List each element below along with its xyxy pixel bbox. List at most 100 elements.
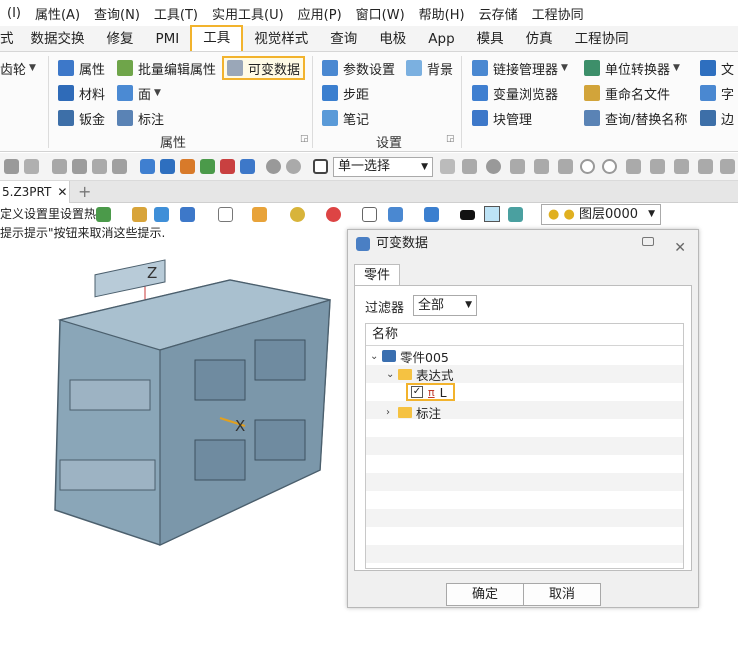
selection-filter-dropdown[interactable]: 单一选择 ▼ [333,157,433,177]
target-icon[interactable] [326,207,341,222]
tree-node-expressions[interactable]: ⌄ 表达式 [386,365,454,383]
tool-icon[interactable] [720,159,735,174]
play-icon[interactable] [486,159,501,174]
tool-icon[interactable] [160,159,175,174]
chevron-down-icon[interactable]: ⌄ [370,351,382,362]
fill-color-swatch[interactable] [484,206,500,222]
char-button[interactable]: 字 [700,82,734,104]
face-button[interactable]: 面 ▼ [117,82,161,104]
tab-mold[interactable]: 模具 [466,27,515,51]
document-tab[interactable]: 5.Z3PRT ✕ [0,181,70,203]
dialog-title-bar[interactable]: 可变数据 ✕ [348,230,698,258]
line-icon[interactable] [534,159,549,174]
menu-item-help[interactable]: 帮助(H) [412,4,472,23]
cube-icon[interactable] [180,207,195,222]
tool-icon[interactable] [286,159,301,174]
view-icon[interactable] [290,207,305,222]
step-button[interactable]: 步距 [322,82,369,104]
cube-icon[interactable] [154,207,169,222]
tree-node-part[interactable]: ⌄ 零件005 [370,347,449,365]
menu-item-cloud-storage[interactable]: 云存储 [472,4,525,23]
column-header-name[interactable]: 名称 [366,324,683,346]
cancel-button[interactable]: 取消 [523,583,601,606]
cube-outline-icon[interactable] [218,207,233,222]
arc-icon[interactable] [650,159,665,174]
menu-item-tools[interactable]: 工具(T) [147,4,205,23]
tool-icon[interactable] [674,159,689,174]
screen-icon[interactable] [424,207,439,222]
close-icon[interactable]: ✕ [57,185,67,199]
chevron-down-icon[interactable]: ⌄ [386,369,398,380]
tool-icon[interactable] [510,159,525,174]
tool-icon[interactable] [240,159,255,174]
tool-icon[interactable] [200,159,215,174]
tool-icon[interactable] [112,159,127,174]
cursor-icon[interactable] [440,159,455,174]
circle-icon[interactable] [602,159,617,174]
tool-icon[interactable] [96,207,111,222]
tab-simulation[interactable]: 仿真 [515,27,564,51]
menu-item-applications[interactable]: 应用(P) [291,4,349,23]
dialog-launcher-icon[interactable]: ◲ [446,134,455,144]
variable-data-button[interactable]: 可变数据 [222,56,306,80]
tab-part[interactable]: 零件 [354,264,400,286]
tool-icon[interactable] [220,159,235,174]
tab-data-exchange[interactable]: 数据交换 [20,27,96,51]
tab-pmi[interactable]: PMI [145,27,191,51]
circle-icon[interactable] [580,159,595,174]
tool-icon[interactable] [72,159,87,174]
arc-icon[interactable] [626,159,641,174]
block-manager-button[interactable]: 块管理 [472,107,532,129]
tool-icon[interactable] [698,159,713,174]
pin-icon[interactable] [642,237,654,246]
layer-dropdown[interactable]: ● ● 图层0000 ▼ [541,204,661,225]
sheet-metal-button[interactable]: 钣金 [58,107,105,129]
annotation-button[interactable]: 标注 [117,107,164,129]
viewport-3d[interactable]: Z X [0,240,345,560]
tab-electrode[interactable]: 电极 [368,27,417,51]
fit-icon[interactable] [362,207,377,222]
tool-icon[interactable] [92,159,107,174]
rename-file-button[interactable]: 重命名文件 [584,82,670,104]
ok-button[interactable]: 确定 [446,583,524,606]
find-replace-name-button[interactable]: 查询/替换名称 [584,107,687,129]
param-settings-button[interactable]: 参数设置 [322,57,395,79]
menu-item-attribute[interactable]: 属性(A) [28,4,87,23]
tool-icon[interactable] [266,159,281,174]
tab-style[interactable]: 式 [0,27,20,51]
tree-node-expression-l[interactable]: ✓ π L [406,383,455,401]
dialog-launcher-icon[interactable]: ◲ [300,134,309,144]
edge-button[interactable]: 边 [700,107,734,129]
tool-icon[interactable] [52,159,67,174]
checkbox[interactable]: ✓ [411,386,423,398]
dimension-icon[interactable] [388,207,403,222]
tool-icon[interactable] [132,207,147,222]
line-icon[interactable] [558,159,573,174]
tab-engineering-collab[interactable]: 工程协同 [564,27,640,51]
gear-button[interactable]: 齿轮 ▼ [0,57,36,79]
line-color-swatch[interactable] [460,210,475,220]
menu-item-window[interactable]: 窗口(W) [349,4,412,23]
tab-query[interactable]: 查询 [319,27,368,51]
menu-item-engineering-collab[interactable]: 工程协同 [525,4,591,23]
tree-node-annotation[interactable]: › 标注 [386,403,441,421]
filter-dropdown[interactable]: 全部 ▼ [413,295,477,316]
menu-item-utilities[interactable]: 实用工具(U) [205,4,291,23]
text-button[interactable]: 文 [700,57,734,79]
chevron-right-icon[interactable]: › [386,407,398,418]
unit-converter-button[interactable]: 单位转换器 ▼ [584,57,680,79]
tab-tools[interactable]: 工具 [190,25,244,51]
variable-browser-button[interactable]: 变量浏览器 [472,82,558,104]
tab-repair[interactable]: 修复 [96,27,145,51]
stop-icon[interactable] [313,159,328,174]
tool-icon[interactable] [180,159,195,174]
menu-item-insert[interactable]: (I) [0,6,28,21]
material-button[interactable]: 材料 [58,82,105,104]
background-button[interactable]: 背景 [406,57,453,79]
tab-visual-style[interactable]: 视觉样式 [243,27,319,51]
menu-item-query[interactable]: 查询(N) [87,4,147,23]
new-tab-button[interactable]: + [78,182,91,201]
tool-icon[interactable] [4,159,19,174]
tab-app[interactable]: App [417,27,465,51]
notes-button[interactable]: 笔记 [322,107,369,129]
